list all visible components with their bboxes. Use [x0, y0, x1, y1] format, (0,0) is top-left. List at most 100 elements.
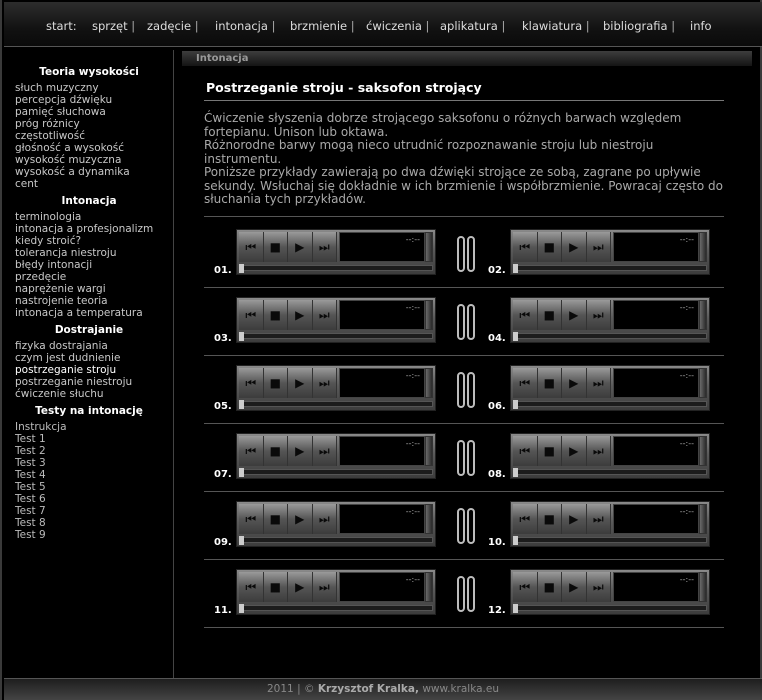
- previous-button[interactable]: ⏮: [513, 232, 538, 262]
- seek-handle[interactable]: [513, 604, 518, 613]
- sidebar-link[interactable]: próg różnicy: [4, 118, 174, 130]
- sidebar-link[interactable]: intonacja a profesjonalizm: [4, 223, 174, 235]
- seek-handle[interactable]: [513, 400, 518, 409]
- sidebar-link[interactable]: Test 4: [4, 469, 174, 481]
- sidebar-link[interactable]: Test 6: [4, 493, 174, 505]
- seek-bar[interactable]: [239, 400, 433, 409]
- stop-button[interactable]: ■: [537, 436, 562, 466]
- seek-bar[interactable]: [513, 332, 707, 341]
- sidebar-link[interactable]: pamięć słuchowa: [4, 106, 174, 118]
- sidebar-link[interactable]: Test 9: [4, 529, 174, 541]
- sidebar-link[interactable]: Test 5: [4, 481, 174, 493]
- sidebar-link[interactable]: czym jest dudnienie: [4, 352, 174, 364]
- seek-bar[interactable]: [513, 400, 707, 409]
- sidebar-link[interactable]: terminologia: [4, 211, 174, 223]
- nav-item[interactable]: intonacja |: [215, 19, 275, 33]
- previous-button[interactable]: ⏮: [513, 504, 538, 534]
- play-button[interactable]: ▶: [288, 504, 313, 534]
- sidebar-link[interactable]: Test 1: [4, 433, 174, 445]
- sidebar-link[interactable]: fizyka dostrajania: [4, 340, 174, 352]
- next-button[interactable]: ⏭: [312, 232, 337, 262]
- play-button[interactable]: ▶: [562, 300, 587, 330]
- sidebar-link[interactable]: przedęcie: [4, 271, 174, 283]
- sidebar-link[interactable]: Test 8: [4, 517, 174, 529]
- seek-bar[interactable]: [513, 468, 707, 477]
- next-button[interactable]: ⏭: [586, 300, 611, 330]
- stop-button[interactable]: ■: [263, 232, 288, 262]
- nav-item[interactable]: bibliografia |: [603, 19, 675, 33]
- seek-bar[interactable]: [513, 264, 707, 273]
- sidebar-link[interactable]: percepcja dźwięku: [4, 94, 174, 106]
- footer-site-link[interactable]: www.kralka.eu: [422, 683, 499, 695]
- stop-button[interactable]: ■: [263, 572, 288, 602]
- seek-handle[interactable]: [513, 332, 518, 341]
- seek-handle[interactable]: [239, 400, 244, 409]
- seek-bar[interactable]: [239, 264, 433, 273]
- sidebar-link[interactable]: tolerancja niestroju: [4, 247, 174, 259]
- previous-button[interactable]: ⏮: [239, 436, 264, 466]
- play-button[interactable]: ▶: [288, 436, 313, 466]
- volume-slider[interactable]: [425, 436, 433, 466]
- seek-bar[interactable]: [239, 536, 433, 545]
- sidebar-link[interactable]: postrzeganie stroju: [4, 364, 174, 376]
- stop-button[interactable]: ■: [263, 368, 288, 398]
- previous-button[interactable]: ⏮: [239, 368, 264, 398]
- nav-item[interactable]: ćwiczenia |: [366, 19, 429, 33]
- volume-slider[interactable]: [699, 300, 707, 330]
- sidebar-link[interactable]: Instrukcja: [4, 421, 174, 433]
- volume-slider[interactable]: [425, 368, 433, 398]
- play-button[interactable]: ▶: [562, 368, 587, 398]
- next-button[interactable]: ⏭: [586, 436, 611, 466]
- sidebar-link[interactable]: głośność a wysokość: [4, 142, 174, 154]
- next-button[interactable]: ⏭: [586, 368, 611, 398]
- play-button[interactable]: ▶: [562, 232, 587, 262]
- sidebar-link[interactable]: kiedy stroić?: [4, 235, 174, 247]
- play-button[interactable]: ▶: [288, 572, 313, 602]
- seek-handle[interactable]: [513, 468, 518, 477]
- play-button[interactable]: ▶: [562, 572, 587, 602]
- stop-button[interactable]: ■: [537, 572, 562, 602]
- stop-button[interactable]: ■: [263, 436, 288, 466]
- seek-handle[interactable]: [513, 264, 518, 273]
- play-button[interactable]: ▶: [288, 232, 313, 262]
- previous-button[interactable]: ⏮: [239, 300, 264, 330]
- next-button[interactable]: ⏭: [586, 504, 611, 534]
- nav-item[interactable]: brzmienie |: [290, 19, 355, 33]
- stop-button[interactable]: ■: [537, 232, 562, 262]
- seek-handle[interactable]: [239, 536, 244, 545]
- seek-bar[interactable]: [513, 604, 707, 613]
- volume-slider[interactable]: [699, 572, 707, 602]
- sidebar-link[interactable]: naprężenie wargi: [4, 283, 174, 295]
- seek-handle[interactable]: [239, 468, 244, 477]
- seek-bar[interactable]: [239, 332, 433, 341]
- next-button[interactable]: ⏭: [312, 572, 337, 602]
- seek-handle[interactable]: [239, 604, 244, 613]
- stop-button[interactable]: ■: [537, 504, 562, 534]
- stop-button[interactable]: ■: [263, 504, 288, 534]
- volume-slider[interactable]: [425, 504, 433, 534]
- nav-item[interactable]: start:: [46, 19, 77, 33]
- sidebar-link[interactable]: Test 3: [4, 457, 174, 469]
- seek-handle[interactable]: [239, 332, 244, 341]
- sidebar-link[interactable]: intonacja a temperatura: [4, 307, 174, 319]
- next-button[interactable]: ⏭: [312, 504, 337, 534]
- sidebar-link[interactable]: słuch muzyczny: [4, 82, 174, 94]
- sidebar-link[interactable]: postrzeganie niestroju: [4, 376, 174, 388]
- sidebar-link[interactable]: ćwiczenie słuchu: [4, 388, 174, 400]
- stop-button[interactable]: ■: [263, 300, 288, 330]
- next-button[interactable]: ⏭: [312, 300, 337, 330]
- previous-button[interactable]: ⏮: [239, 572, 264, 602]
- seek-handle[interactable]: [239, 264, 244, 273]
- previous-button[interactable]: ⏮: [513, 368, 538, 398]
- stop-button[interactable]: ■: [537, 368, 562, 398]
- previous-button[interactable]: ⏮: [513, 572, 538, 602]
- play-button[interactable]: ▶: [288, 368, 313, 398]
- sidebar-link[interactable]: błędy intonacji: [4, 259, 174, 271]
- previous-button[interactable]: ⏮: [513, 436, 538, 466]
- previous-button[interactable]: ⏮: [513, 300, 538, 330]
- previous-button[interactable]: ⏮: [239, 232, 264, 262]
- next-button[interactable]: ⏭: [312, 436, 337, 466]
- sidebar-link[interactable]: cent: [4, 178, 174, 190]
- volume-slider[interactable]: [699, 368, 707, 398]
- nav-item[interactable]: zadęcie |: [147, 19, 199, 33]
